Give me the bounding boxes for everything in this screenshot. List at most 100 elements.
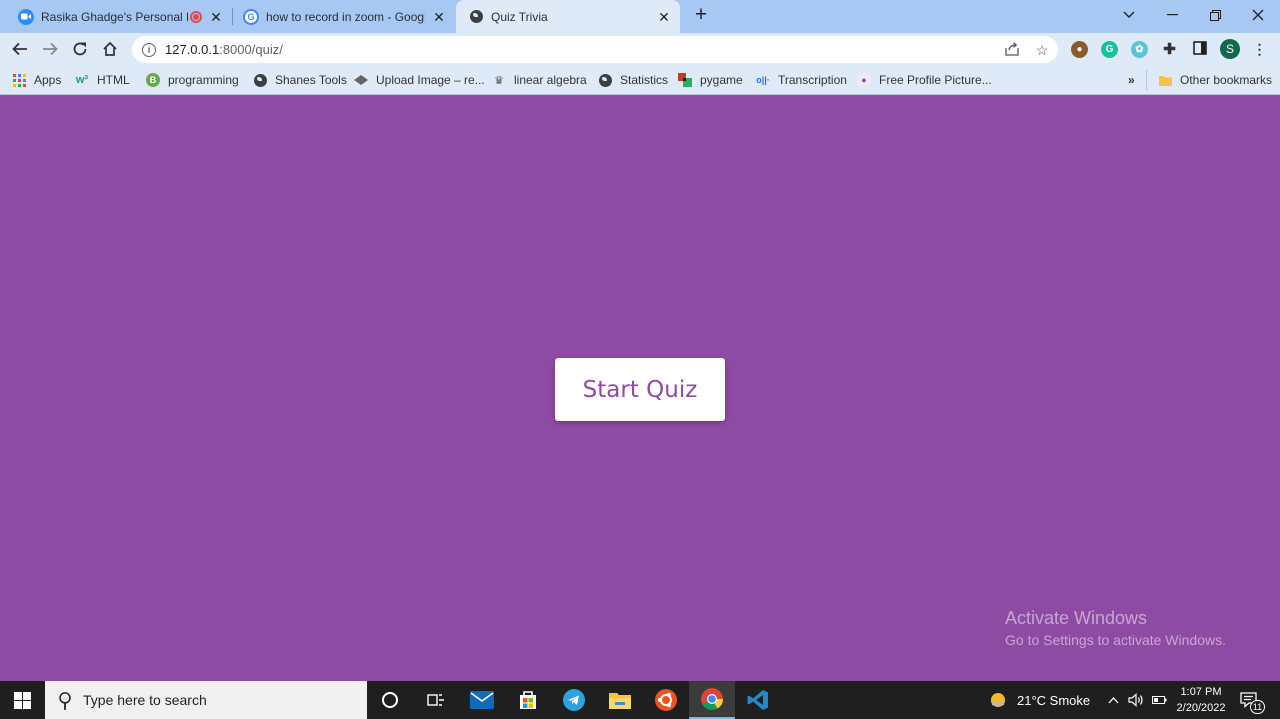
folder-icon xyxy=(1158,73,1172,87)
activate-windows-watermark: Activate Windows Go to Settings to activ… xyxy=(1005,608,1226,648)
minimize-button[interactable] xyxy=(1150,0,1194,30)
tab-strip: Rasika Ghadge's Personal Me ✕ G how to r… xyxy=(0,0,1280,33)
pygame-icon xyxy=(678,73,692,87)
tab-quiz-trivia[interactable]: Quiz Trivia ✕ xyxy=(456,0,680,33)
recording-icon xyxy=(190,10,202,23)
ubuntu-icon[interactable] xyxy=(643,681,689,719)
tab-google[interactable]: G how to record in zoom - Google ✕ xyxy=(233,0,455,33)
profile-avatar[interactable]: S xyxy=(1220,39,1240,59)
bookmark-label: linear algebra xyxy=(514,73,587,87)
tab-title: Rasika Ghadge's Personal Me xyxy=(41,9,188,24)
share-icon[interactable] xyxy=(1004,42,1020,58)
search-icon xyxy=(54,689,77,712)
bookmark-label: Shanes Tools xyxy=(275,73,347,87)
url-path: :8000/quiz/ xyxy=(219,42,283,57)
extension-icon[interactable]: ✿ xyxy=(1131,41,1148,58)
url-host: 127.0.0.1 xyxy=(165,42,220,57)
close-tab-icon[interactable]: ✕ xyxy=(431,9,447,25)
upload-icon xyxy=(354,73,368,87)
home-button[interactable] xyxy=(97,36,123,62)
close-window-button[interactable] xyxy=(1236,0,1280,30)
tab-search-icon[interactable] xyxy=(1107,0,1151,30)
bookmark-label: Apps xyxy=(34,73,62,87)
site-info-icon[interactable]: i xyxy=(142,42,156,57)
weather-text: 21°C Smoke xyxy=(1017,692,1091,708)
bookmark-upload-image[interactable]: Upload Image – re... xyxy=(354,71,485,89)
bookmark-label: programming xyxy=(168,73,239,87)
microsoft-store-icon[interactable] xyxy=(505,681,551,719)
tab-zoom[interactable]: Rasika Ghadge's Personal Me ✕ xyxy=(0,0,232,33)
bookmark-html[interactable]: w³ HTML xyxy=(75,71,130,89)
google-icon: G xyxy=(243,8,259,25)
mail-icon[interactable] xyxy=(459,681,505,719)
quiz-page: Start Quiz Activate Windows Go to Settin… xyxy=(0,96,1280,681)
windows-taskbar: Type here to search 21°C Smoke 1:07 PM 2… xyxy=(0,681,1280,719)
bookmark-free-profile-picture[interactable]: ● Free Profile Picture... xyxy=(857,71,992,89)
watermark-subtitle: Go to Settings to activate Windows. xyxy=(1005,632,1226,648)
bookmark-shanes-tools[interactable]: Shanes Tools xyxy=(253,71,347,89)
action-center-icon[interactable]: 11 xyxy=(1240,681,1265,719)
globe-icon xyxy=(468,9,484,25)
other-bookmarks[interactable]: Other bookmarks xyxy=(1158,71,1272,89)
volume-icon[interactable] xyxy=(1128,681,1145,719)
bookmark-programming[interactable]: B programming xyxy=(146,71,239,89)
battery-icon[interactable] xyxy=(1152,681,1167,719)
windows-start-button[interactable] xyxy=(0,681,44,719)
taskbar-search[interactable]: Type here to search xyxy=(45,681,367,719)
bookmarks-overflow-button[interactable]: » xyxy=(1128,71,1135,89)
grammarly-icon[interactable]: G xyxy=(1101,41,1118,58)
start-quiz-button[interactable]: Start Quiz xyxy=(555,358,725,421)
tab-title: how to record in zoom - Google xyxy=(266,9,425,24)
bookmark-transcription[interactable]: o||· Transcription xyxy=(756,71,847,89)
bookmarks-divider xyxy=(1146,70,1147,90)
close-tab-icon[interactable]: ✕ xyxy=(656,9,672,25)
menu-kebab-icon[interactable]: ⋮ xyxy=(1251,41,1268,58)
reload-button[interactable] xyxy=(67,36,93,62)
bookmark-star-icon[interactable]: ☆ xyxy=(1034,42,1050,58)
zoom-icon xyxy=(18,8,34,25)
bookmark-label: HTML xyxy=(97,73,130,87)
close-tab-icon[interactable]: ✕ xyxy=(208,9,224,25)
show-hidden-icons-icon[interactable] xyxy=(1108,681,1119,719)
weather-widget[interactable]: 21°C Smoke xyxy=(988,681,1090,719)
notification-count-badge: 11 xyxy=(1250,700,1265,714)
w3-icon: w³ xyxy=(75,74,89,86)
tab-title: Quiz Trivia xyxy=(491,9,548,24)
globe-icon xyxy=(598,73,612,87)
bookmark-statistics[interactable]: Statistics xyxy=(598,71,668,89)
bookmark-label: Transcription xyxy=(778,73,847,87)
telegram-icon[interactable] xyxy=(551,681,597,719)
search-placeholder: Type here to search xyxy=(83,692,207,708)
forward-button[interactable] xyxy=(37,36,63,62)
cortana-icon[interactable] xyxy=(367,681,413,719)
side-panel-icon[interactable] xyxy=(1191,41,1208,58)
bookmark-label: Free Profile Picture... xyxy=(879,73,992,87)
profile-icon: ● xyxy=(857,73,871,87)
cookie-extension-icon[interactable]: ● xyxy=(1071,41,1088,58)
bookmark-b-icon: B xyxy=(146,73,160,87)
extensions-puzzle-icon[interactable]: ✚ xyxy=(1161,41,1178,58)
task-view-icon[interactable] xyxy=(413,681,459,719)
clock-date: 2/20/2022 xyxy=(1176,702,1226,714)
chrome-taskbar-icon[interactable] xyxy=(689,681,735,719)
bookmark-pygame[interactable]: pygame xyxy=(678,71,743,89)
address-bar[interactable]: i 127.0.0.1:8000/quiz/ ☆ xyxy=(132,36,1058,63)
back-button[interactable] xyxy=(7,36,33,62)
bookmark-apps[interactable]: Apps xyxy=(12,71,61,89)
bookmark-linear-algebra[interactable]: ♛ linear algebra xyxy=(492,71,587,89)
weather-sun-icon xyxy=(991,693,1005,707)
bookmark-label: pygame xyxy=(700,73,743,87)
url-text[interactable]: 127.0.0.1:8000/quiz/ xyxy=(165,42,283,57)
new-tab-button[interactable]: + xyxy=(690,4,712,26)
file-explorer-icon[interactable] xyxy=(597,681,643,719)
apps-grid-icon xyxy=(12,73,26,87)
clock-time: 1:07 PM xyxy=(1180,686,1222,698)
watermark-title: Activate Windows xyxy=(1005,608,1148,628)
taskbar-clock[interactable]: 1:07 PM 2/20/2022 xyxy=(1170,684,1232,716)
vscode-icon[interactable] xyxy=(735,681,781,719)
bookmark-label: Other bookmarks xyxy=(1180,73,1273,87)
bookmark-label: Statistics xyxy=(620,73,669,87)
globe-icon xyxy=(253,73,267,87)
restore-button[interactable] xyxy=(1193,0,1237,30)
bookmark-label: Upload Image – re... xyxy=(376,73,485,87)
